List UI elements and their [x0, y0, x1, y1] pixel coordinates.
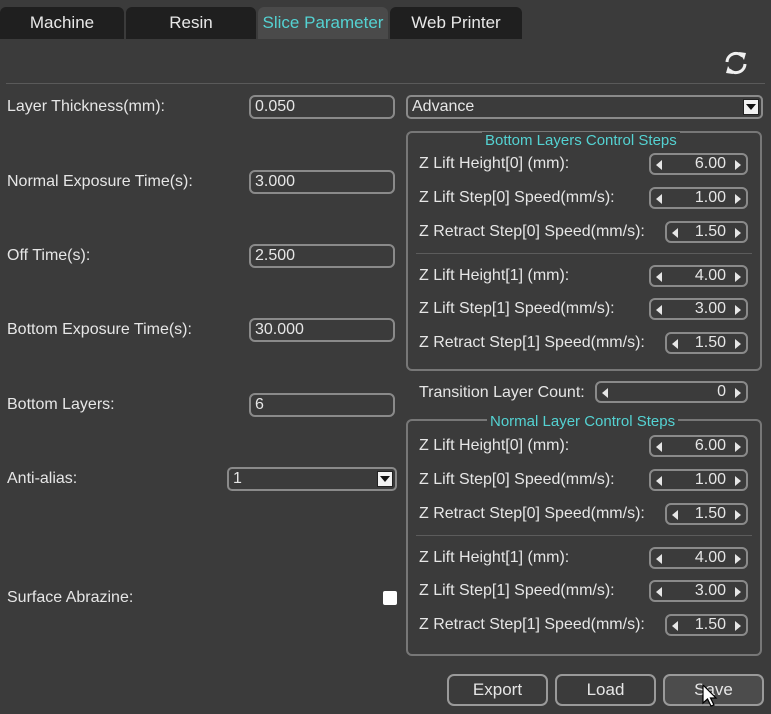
normal-param-label: Z Retract Step[0] Speed(mm/s): [419, 505, 645, 522]
arrow-right-icon[interactable] [735, 194, 741, 204]
load-button[interactable]: Load [555, 674, 656, 706]
arrow-left-icon[interactable] [672, 510, 678, 520]
normal-param-spinbox[interactable]: 1.50 [665, 503, 748, 525]
export-button[interactable]: Export [447, 674, 548, 706]
bottom-layers-label: Bottom Layers: [7, 396, 115, 413]
normal-exposure-input[interactable]: 3.000 [249, 170, 395, 194]
bottom-param-label: Z Lift Height[0] (mm): [419, 155, 570, 172]
spinbox-value: 1.00 [694, 189, 726, 206]
anti-alias-label: Anti-alias: [7, 470, 78, 487]
tab-resin[interactable]: Resin [126, 7, 256, 39]
spinbox-value: 1.50 [694, 223, 726, 240]
anti-alias-select[interactable]: 1 [227, 467, 397, 491]
arrow-right-icon[interactable] [735, 476, 741, 486]
bottom-param-spinbox[interactable]: 4.00 [649, 265, 748, 287]
arrow-right-icon[interactable] [735, 621, 741, 631]
bottom-group-title: Bottom Layers Control Steps [482, 132, 680, 149]
normal-param-label: Z Lift Step[0] Speed(mm/s): [419, 471, 615, 488]
spinbox-value: 0 [717, 383, 726, 400]
mode-select[interactable]: Advance [406, 95, 763, 119]
chevron-down-icon[interactable] [743, 99, 759, 115]
bottom-param-spinbox[interactable]: 1.00 [649, 187, 748, 209]
arrow-left-icon[interactable] [656, 272, 662, 282]
arrow-left-icon[interactable] [656, 442, 662, 452]
normal-exposure-label: Normal Exposure Time(s): [7, 173, 193, 190]
normal-param-label: Z Lift Height[0] (mm): [419, 437, 570, 454]
arrow-left-icon[interactable] [656, 305, 662, 315]
bottom-param-label: Z Retract Step[1] Speed(mm/s): [419, 334, 645, 351]
layer-thickness-input[interactable]: 0.050 [249, 95, 395, 119]
spinbox-value: 6.00 [694, 155, 726, 172]
arrow-left-icon[interactable] [656, 194, 662, 204]
bottom-param-label: Z Lift Step[0] Speed(mm/s): [419, 189, 615, 206]
spinbox-value: 6.00 [694, 437, 726, 454]
mode-select-value: Advance [412, 98, 475, 115]
arrow-right-icon[interactable] [735, 554, 741, 564]
spinbox-value: 1.50 [694, 505, 726, 522]
spinbox-value: 4.00 [694, 267, 726, 284]
arrow-right-icon[interactable] [735, 587, 741, 597]
arrow-right-icon[interactable] [735, 442, 741, 452]
tab-slice-parameter[interactable]: Slice Parameter [258, 7, 388, 39]
spinbox-value: 1.50 [694, 334, 726, 351]
arrow-left-icon[interactable] [602, 388, 608, 398]
normal-param-label: Z Lift Step[1] Speed(mm/s): [419, 582, 615, 599]
normal-param-label: Z Retract Step[1] Speed(mm/s): [419, 616, 645, 633]
surface-abrazine-checkbox[interactable] [383, 591, 397, 605]
bottom-param-spinbox[interactable]: 3.00 [649, 298, 748, 320]
spinbox-value: 4.00 [694, 549, 726, 566]
bottom-param-spinbox[interactable]: 1.50 [665, 221, 748, 243]
layer-thickness-label: Layer Thickness(mm): [7, 98, 165, 115]
arrow-right-icon[interactable] [735, 272, 741, 282]
arrow-right-icon[interactable] [735, 160, 741, 170]
tab-bar: Machine Resin Slice Parameter Web Printe… [0, 0, 771, 40]
tab-web-printer[interactable]: Web Printer [390, 7, 522, 39]
chevron-down-icon[interactable] [377, 471, 393, 487]
spinbox-value: 3.00 [694, 300, 726, 317]
normal-param-label: Z Lift Height[1] (mm): [419, 549, 570, 566]
arrow-left-icon[interactable] [672, 621, 678, 631]
divider [416, 535, 752, 536]
arrow-left-icon[interactable] [656, 160, 662, 170]
off-time-label: Off Time(s): [7, 247, 91, 264]
bottom-exposure-label: Bottom Exposure Time(s): [7, 321, 192, 338]
normal-param-spinbox[interactable]: 6.00 [649, 435, 748, 457]
divider [416, 253, 752, 254]
refresh-icon[interactable] [720, 47, 752, 79]
divider [6, 83, 765, 84]
arrow-left-icon[interactable] [672, 228, 678, 238]
anti-alias-value: 1 [233, 470, 242, 487]
spinbox-value: 1.00 [694, 471, 726, 488]
bottom-param-spinbox[interactable]: 1.50 [665, 332, 748, 354]
bottom-param-label: Z Lift Height[1] (mm): [419, 267, 570, 284]
bottom-param-spinbox[interactable]: 6.00 [649, 153, 748, 175]
bottom-layers-input[interactable]: 6 [249, 393, 395, 417]
normal-param-spinbox[interactable]: 3.00 [649, 580, 748, 602]
transition-layer-count-label: Transition Layer Count: [419, 384, 585, 401]
arrow-left-icon[interactable] [656, 554, 662, 564]
arrow-right-icon[interactable] [735, 388, 741, 398]
mouse-cursor-icon [702, 684, 718, 707]
spinbox-value: 1.50 [694, 616, 726, 633]
arrow-left-icon[interactable] [656, 587, 662, 597]
surface-abrazine-label: Surface Abrazine: [7, 589, 134, 606]
arrow-right-icon[interactable] [735, 510, 741, 520]
arrow-right-icon[interactable] [735, 228, 741, 238]
arrow-right-icon[interactable] [735, 339, 741, 349]
transition-layer-count-spinbox[interactable]: 0 [595, 381, 748, 403]
off-time-input[interactable]: 2.500 [249, 244, 395, 268]
arrow-left-icon[interactable] [672, 339, 678, 349]
bottom-param-label: Z Retract Step[0] Speed(mm/s): [419, 223, 645, 240]
bottom-param-label: Z Lift Step[1] Speed(mm/s): [419, 300, 615, 317]
tab-machine[interactable]: Machine [0, 7, 124, 39]
arrow-right-icon[interactable] [735, 305, 741, 315]
normal-group-title: Normal Layer Control Steps [487, 413, 679, 430]
normal-param-spinbox[interactable]: 1.50 [665, 614, 748, 636]
normal-param-spinbox[interactable]: 1.00 [649, 469, 748, 491]
arrow-left-icon[interactable] [656, 476, 662, 486]
normal-param-spinbox[interactable]: 4.00 [649, 547, 748, 569]
bottom-exposure-input[interactable]: 30.000 [249, 318, 395, 342]
spinbox-value: 3.00 [694, 582, 726, 599]
